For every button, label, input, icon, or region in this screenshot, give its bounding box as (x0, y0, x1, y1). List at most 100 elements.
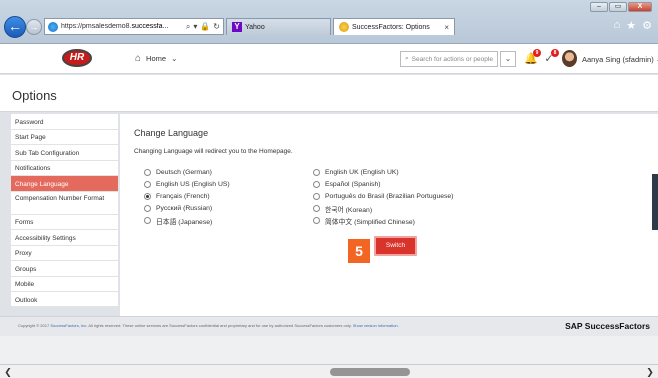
scroll-thumb[interactable] (330, 368, 410, 376)
notification-badge: 9 (533, 49, 541, 57)
search-placeholder: Search for actions or people (411, 55, 493, 63)
sidebar-item-change-language[interactable]: Change Language (11, 176, 118, 192)
ie-icon (48, 21, 58, 32)
refresh-icon[interactable]: ↻ (213, 22, 220, 31)
search-input[interactable]: ⌕ Search for actions or people (400, 51, 498, 67)
language-label: 한국어 (Korean) (325, 206, 373, 214)
copyright-prefix: Copyright © 2017 (18, 323, 51, 328)
sidebar-item-accessibility-settings[interactable]: Accessibility Settings (11, 230, 118, 246)
address-bar[interactable]: https://pmsalesdemo8.successfa... ⌕ ▾ 🔒 … (44, 18, 224, 35)
favorites-star-icon[interactable]: ★ (626, 19, 636, 32)
sidebar-item-proxy[interactable]: Proxy (11, 246, 118, 261)
dropdown-icon[interactable]: ▾ (193, 22, 197, 31)
address-text[interactable]: https://pmsalesdemo8.successfa... (61, 23, 183, 30)
tab-yahoo[interactable]: Y Yahoo (226, 18, 331, 35)
language-label: Español (Spanish) (325, 181, 381, 189)
language-option-english-uk[interactable]: English UK (English UK) (313, 168, 453, 178)
language-label: Pусский (Russian) (156, 205, 213, 213)
language-column-right: English UK (English UK) Español (Spanish… (313, 168, 453, 226)
language-label: English US (English US) (156, 181, 230, 189)
user-name: Aanya Sing (sfadmin) (582, 55, 654, 64)
sidebar-item-forms[interactable]: Forms (11, 215, 118, 230)
sidebar-item-sub-tab-configuration[interactable]: Sub Tab Configuration (11, 145, 118, 161)
forward-button[interactable]: → (26, 19, 42, 35)
sidebar-item-start-page[interactable]: Start Page (11, 130, 118, 145)
tab-successfactors-options[interactable]: SuccessFactors: Options × (333, 18, 455, 35)
section-title: Change Language (134, 128, 209, 138)
radio-button[interactable] (144, 205, 151, 213)
radio-button-selected[interactable] (144, 193, 151, 201)
back-button[interactable]: ← (4, 16, 26, 38)
user-menu[interactable]: Aanya Sing (sfadmin) ⌄ (582, 55, 658, 64)
chevron-down-icon: ⌄ (171, 54, 178, 63)
sidebar-item-groups[interactable]: Groups (11, 261, 118, 277)
language-option-brazilian-portuguese[interactable]: Português do Brasil (Brazilian Portugues… (313, 192, 453, 202)
address-host: successfa... (131, 23, 169, 30)
scroll-right-icon[interactable]: ❯ (644, 366, 656, 378)
tab-close-icon[interactable]: × (444, 23, 449, 32)
feedback-side-tab[interactable] (652, 174, 658, 230)
language-option-english-us[interactable]: English US (English US) (144, 180, 230, 190)
settings-gear-icon[interactable]: ⚙ (642, 19, 652, 32)
change-language-panel: Change Language Changing Language will r… (120, 114, 658, 316)
home-label: Home (146, 54, 167, 63)
radio-button[interactable] (313, 181, 320, 189)
scroll-left-icon[interactable]: ❮ (2, 366, 14, 378)
search-icon[interactable]: ⌕ (186, 22, 190, 32)
radio-button[interactable] (144, 181, 151, 189)
language-option-french[interactable]: Français (French) (144, 192, 230, 202)
radio-button[interactable] (313, 193, 320, 201)
step-number-badge: 5 (348, 239, 370, 263)
close-window-button[interactable]: X (628, 2, 652, 12)
radio-button[interactable] (144, 217, 151, 225)
maximize-button[interactable]: ▭ (609, 2, 627, 12)
todo-badge: 8 (551, 49, 559, 57)
language-option-korean[interactable]: 한국어 (Korean) (313, 204, 453, 214)
tab-label: SuccessFactors: Options (352, 23, 430, 31)
language-label: Français (French) (156, 193, 210, 201)
back-arrow-icon: ← (8, 18, 22, 34)
sidebar-item-notifications[interactable]: Notifications (11, 161, 118, 176)
radio-button[interactable] (313, 169, 320, 177)
company-logo[interactable]: HR (62, 49, 92, 67)
successfactors-favicon (339, 22, 349, 32)
search-scope-dropdown[interactable]: ⌄ (500, 51, 516, 67)
language-option-spanish[interactable]: Español (Spanish) (313, 180, 453, 190)
show-version-link[interactable]: Show version information. (353, 323, 399, 328)
radio-button[interactable] (313, 217, 320, 225)
switch-button[interactable]: Switch (374, 236, 417, 256)
window-controls: – ▭ X (590, 2, 652, 12)
sidebar-item-mobile[interactable]: Mobile (11, 277, 118, 292)
language-label: Deutsch (German) (156, 169, 212, 177)
page-footer: Copyright © 2017 SuccessFactors, Inc. Al… (0, 316, 658, 336)
radio-button[interactable] (144, 169, 151, 177)
language-option-simplified-chinese[interactable]: 简体中文 (Simplified Chinese) (313, 216, 453, 226)
successfactors-link[interactable]: SuccessFactors, Inc. (50, 323, 87, 328)
language-option-japanese[interactable]: 日本語 (Japanese) (144, 216, 230, 226)
language-label: Português do Brasil (Brazilian Portugues… (325, 193, 454, 201)
address-prefix: https://pmsalesdemo8. (61, 23, 132, 30)
forward-arrow-icon: → (29, 22, 39, 32)
horizontal-scrollbar[interactable]: ❮ ❯ (0, 364, 658, 378)
avatar[interactable] (562, 50, 577, 67)
home-icon[interactable]: ⌂ (614, 19, 621, 32)
language-option-german[interactable]: Deutsch (German) (144, 168, 230, 178)
home-menu[interactable]: ⌂ Home ⌄ (135, 53, 178, 64)
yahoo-logo-icon: Y (232, 22, 242, 32)
lock-icon[interactable]: 🔒 (200, 22, 210, 31)
home-icon: ⌂ (135, 53, 142, 64)
todo-checkmark[interactable]: ✓ 8 (542, 49, 559, 66)
language-option-russian[interactable]: Pусский (Russian) (144, 204, 230, 214)
search-icon: ⌕ (405, 55, 409, 62)
copyright-body: All rights reserved. These online servic… (87, 323, 353, 328)
section-description: Changing Language will redirect you to t… (134, 148, 293, 155)
radio-button[interactable] (313, 205, 320, 213)
options-sidebar: Password Start Page Sub Tab Configuratio… (11, 114, 118, 308)
sidebar-item-password[interactable]: Password (11, 114, 118, 130)
notifications-bell[interactable]: 🔔 9 (524, 49, 541, 66)
browser-toolbar-icons: ⌂ ★ ⚙ (614, 19, 652, 32)
sidebar-item-compensation-number-format[interactable]: Compensation Number Format (11, 192, 118, 215)
sidebar-item-outlook[interactable]: Outlook (11, 292, 118, 308)
minimize-button[interactable]: – (590, 2, 608, 12)
sap-successfactors-brand: SAP SuccessFactors (565, 321, 650, 331)
